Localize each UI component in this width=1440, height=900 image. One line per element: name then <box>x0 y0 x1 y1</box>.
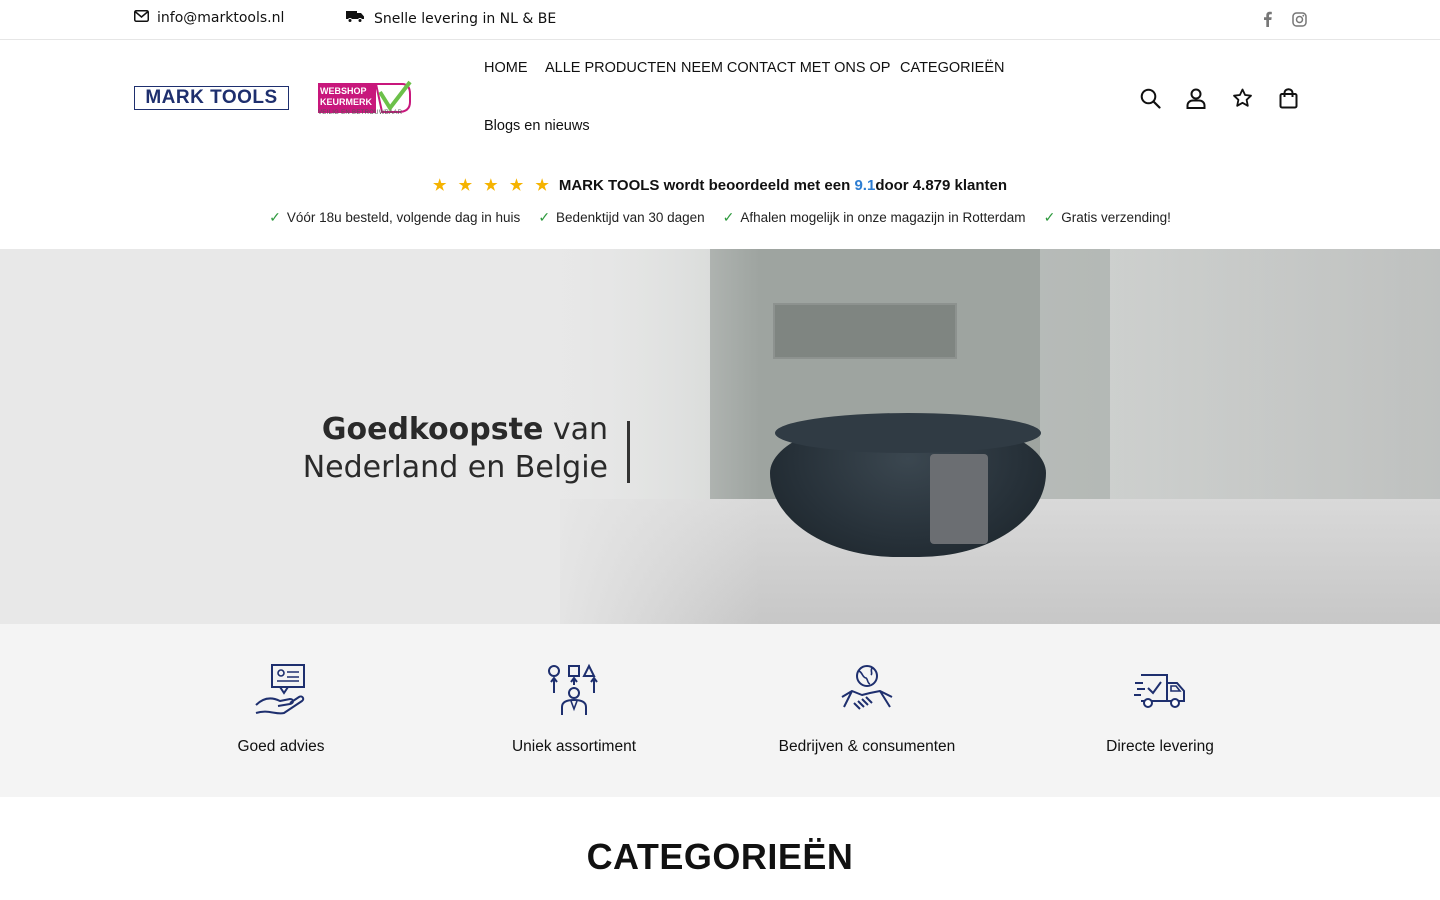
delivery-notice: Snelle levering in NL & BE <box>346 10 556 27</box>
wishlist-icon[interactable] <box>1230 86 1254 110</box>
usp-text: Afhalen mogelijk in onze magazijn in Rot… <box>740 210 1026 225</box>
usp-item: ✓ Vóór 18u besteld, volgende dag in huis <box>269 209 520 226</box>
rating-stars: ★ ★ ★ ★ ★ <box>432 177 553 194</box>
hero-line1-bold: Goedkoopste <box>321 412 544 447</box>
email-text: info@marktools.nl <box>157 10 285 26</box>
main-header: MARK TOOLS WEBSHOP KEURMERK VEILIG EN BE… <box>0 40 1440 158</box>
keurmerk-line2: KEURMERK <box>320 97 373 107</box>
webshop-keurmerk-badge[interactable]: WEBSHOP KEURMERK VEILIG EN BETROUWBAAR <box>318 80 414 118</box>
search-icon[interactable] <box>1138 86 1162 110</box>
keurmerk-line1: WEBSHOP <box>320 86 367 96</box>
delivery-truck-icon <box>1132 662 1188 718</box>
check-icon: ✓ <box>269 209 281 225</box>
keurmerk-box: WEBSHOP KEURMERK <box>318 83 376 113</box>
header-actions <box>1138 86 1300 110</box>
envelope-icon <box>134 10 149 26</box>
rating-text-after: door 4.879 klanten <box>875 177 1008 194</box>
instagram-icon[interactable] <box>1290 9 1308 29</box>
check-icon: ✓ <box>1043 209 1056 225</box>
nav-home[interactable]: HOME <box>484 60 528 76</box>
assortment-icon <box>546 662 602 718</box>
rating-text-before: MARK TOOLS wordt beoordeeld met een <box>558 177 855 194</box>
keurmerk-tagline: VEILIG EN BETROUWBAAR <box>318 110 403 116</box>
usp-item: ✓ Bedenktijd van 30 dagen <box>538 209 704 226</box>
cart-icon[interactable] <box>1276 86 1300 110</box>
hero-line2: Nederland en Belgie <box>302 450 608 485</box>
features-strip: Goed advies Uniek assortiment Bedrijven … <box>0 624 1440 797</box>
hero-line1-rest: van <box>543 412 608 447</box>
hero-bathtub-rim <box>775 413 1041 453</box>
mark-tools-logo[interactable]: MARK TOOLS <box>134 86 289 110</box>
email-link[interactable]: info@marktools.nl <box>134 10 284 26</box>
check-icon: ✓ <box>538 209 551 225</box>
feature-label: Directe levering <box>1106 738 1214 755</box>
check-icon: ✓ <box>722 209 735 225</box>
hero-towel <box>930 454 988 544</box>
account-icon[interactable] <box>1184 86 1208 110</box>
usp-text: Vóór 18u besteld, volgende dag in huis <box>286 210 521 225</box>
usp-item: ✓ Afhalen mogelijk in onze magazijn in Ro… <box>723 209 1026 226</box>
feature-business: Bedrijven & consumenten <box>747 662 987 756</box>
rating-score: 9.1 <box>854 177 876 194</box>
feature-advice: Goed advies <box>161 662 401 756</box>
usp-text: Gratis verzending! <box>1061 210 1171 225</box>
truck-icon <box>346 10 364 27</box>
feature-label: Uniek assortiment <box>511 738 637 755</box>
hero-banner[interactable]: Goedkoopste van Nederland en Belgie <box>0 249 1440 624</box>
feature-label: Goed advies <box>237 738 325 755</box>
rating-bar: ★ ★ ★ ★ ★ MARK TOOLS wordt beoordeeld met… <box>0 176 1440 194</box>
nav-blogs[interactable]: Blogs en nieuws <box>484 118 590 134</box>
facebook-icon[interactable] <box>1258 9 1276 29</box>
handshake-icon <box>839 662 895 718</box>
feature-label: Bedrijven & consumenten <box>778 738 956 755</box>
nav-contact[interactable]: NEEM CONTACT MET ONS OP <box>681 60 890 76</box>
feature-delivery: Directe levering <box>1040 662 1280 756</box>
hero-niche <box>773 303 957 359</box>
feature-assortment: Uniek assortiment <box>454 662 694 756</box>
nav-all-products[interactable]: ALLE PRODUCTEN <box>545 60 676 76</box>
top-bar: info@marktools.nl Snelle levering in NL … <box>0 0 1440 40</box>
delivery-text: Snelle levering in NL & BE <box>374 10 557 27</box>
section-title-categories: CATEGORIEËN <box>586 836 854 877</box>
social-links <box>1258 9 1308 29</box>
advice-icon <box>253 662 309 718</box>
usp-item: ✓ Gratis verzending! <box>1044 209 1171 226</box>
nav-categories[interactable]: CATEGORIEËN <box>900 60 1004 76</box>
usp-text: Bedenktijd van 30 dagen <box>556 210 705 225</box>
hero-line1: Goedkoopste van <box>288 411 608 449</box>
hero-headline: Goedkoopste van Nederland en Belgie <box>288 411 608 487</box>
hero-divider <box>627 421 630 483</box>
usp-list: ✓ Vóór 18u besteld, volgende dag in huis … <box>0 209 1440 226</box>
